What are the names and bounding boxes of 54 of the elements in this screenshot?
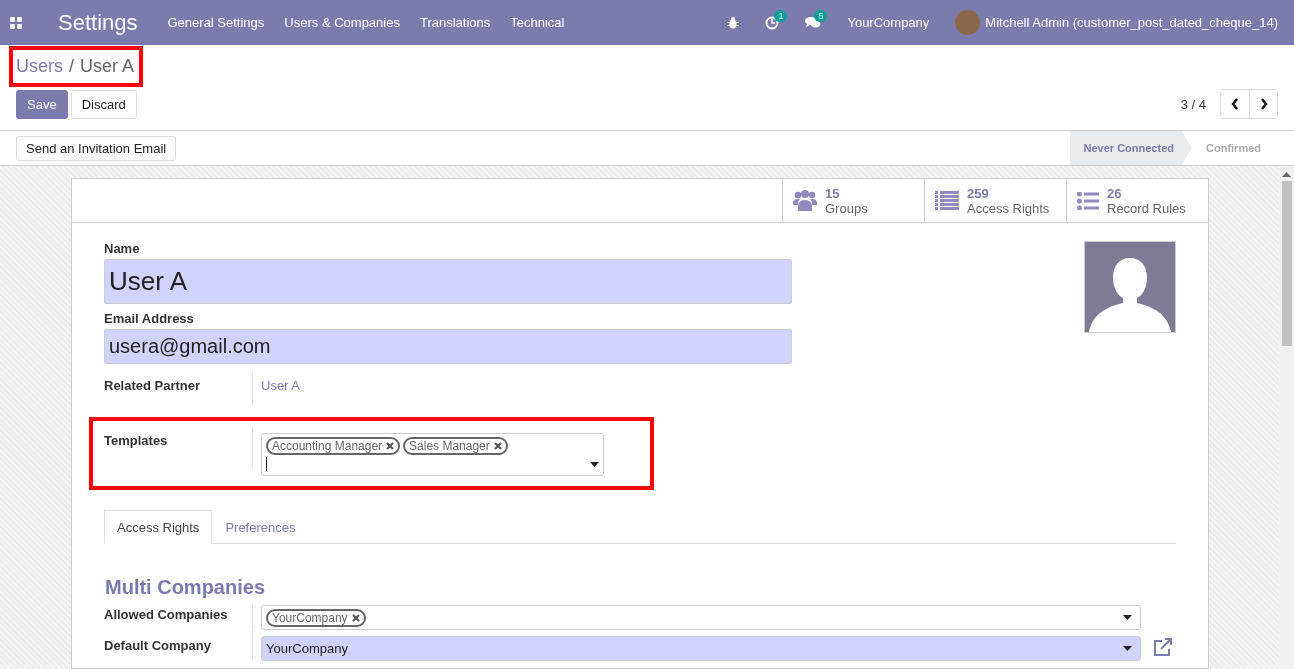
status-step[interactable]: Never Connected [1069, 131, 1192, 165]
activity-count-badge: 1 [774, 9, 788, 22]
save-button[interactable]: Save [16, 89, 68, 119]
template-tag: Accounting Manager [266, 437, 401, 455]
caret-icon [1123, 615, 1132, 620]
breadcrumb-item[interactable]: Users [16, 56, 63, 77]
breadcrumb-item: User A [80, 56, 135, 77]
breadcrumb-separator: / [69, 56, 75, 77]
remove-icon[interactable] [351, 613, 360, 622]
field-label: Allowed Companies [104, 605, 253, 628]
company-tag: YourCompany [266, 608, 366, 627]
user-photo-placeholder[interactable] [1084, 241, 1176, 333]
bullet-list-icon [1077, 191, 1099, 210]
remove-icon[interactable] [386, 442, 395, 450]
email-field[interactable]: usera@gmail.com [104, 329, 792, 364]
people-icon [793, 189, 817, 212]
field-label: Email Address [104, 311, 195, 326]
external-link-icon[interactable] [1153, 638, 1173, 656]
field-label: Related Partner [104, 372, 253, 405]
message-count-badge: 5 [814, 10, 828, 22]
field-label: Name [104, 241, 141, 256]
name-field[interactable]: User A [104, 259, 792, 304]
caret-icon [1123, 646, 1132, 651]
invitation-email-button[interactable]: Send an Invitation Email [16, 135, 177, 161]
discard-button[interactable]: Discard [70, 89, 137, 119]
caret-icon [590, 461, 599, 467]
remove-icon[interactable] [493, 442, 502, 450]
form-tab[interactable]: Access Rights [104, 510, 213, 544]
menu-link[interactable]: General Settings [167, 15, 265, 30]
form-tab[interactable]: Preferences [212, 510, 309, 544]
bug-icon[interactable] [727, 16, 740, 29]
list-icon [935, 190, 959, 211]
company-switcher[interactable]: YourCompany [847, 15, 930, 30]
field-label: Templates [104, 427, 253, 468]
default-company-field[interactable]: YourCompany [261, 636, 1141, 661]
next-button[interactable] [1249, 90, 1277, 118]
related-partner-link[interactable]: User A [253, 372, 308, 399]
clock-icon[interactable] [765, 15, 780, 30]
templates-field[interactable]: Accounting Manager Sales Manager [261, 433, 604, 476]
menu-link[interactable]: Translations [419, 15, 491, 30]
section-heading: Multi Companies [105, 576, 266, 599]
template-tag: Sales Manager [403, 437, 508, 455]
scroll-up-icon[interactable] [1282, 172, 1291, 177]
chevron-left-icon [1231, 98, 1239, 110]
menu-link[interactable]: Users & Companies [284, 15, 400, 30]
menu-link[interactable]: Technical [510, 15, 565, 30]
pager-counter: 3 / 4 [1180, 96, 1206, 112]
chevron-right-icon [1259, 98, 1268, 110]
app-title: Settings [58, 9, 138, 36]
scrollbar-thumb[interactable] [1281, 181, 1292, 346]
apps-grid-icon[interactable] [10, 16, 22, 29]
field-label: Default Company [104, 630, 253, 659]
user-menu[interactable]: Mitchell Admin (customer_post_dated_cheque_14) [985, 15, 1278, 30]
allowed-companies-field[interactable]: YourCompany [261, 605, 1141, 630]
